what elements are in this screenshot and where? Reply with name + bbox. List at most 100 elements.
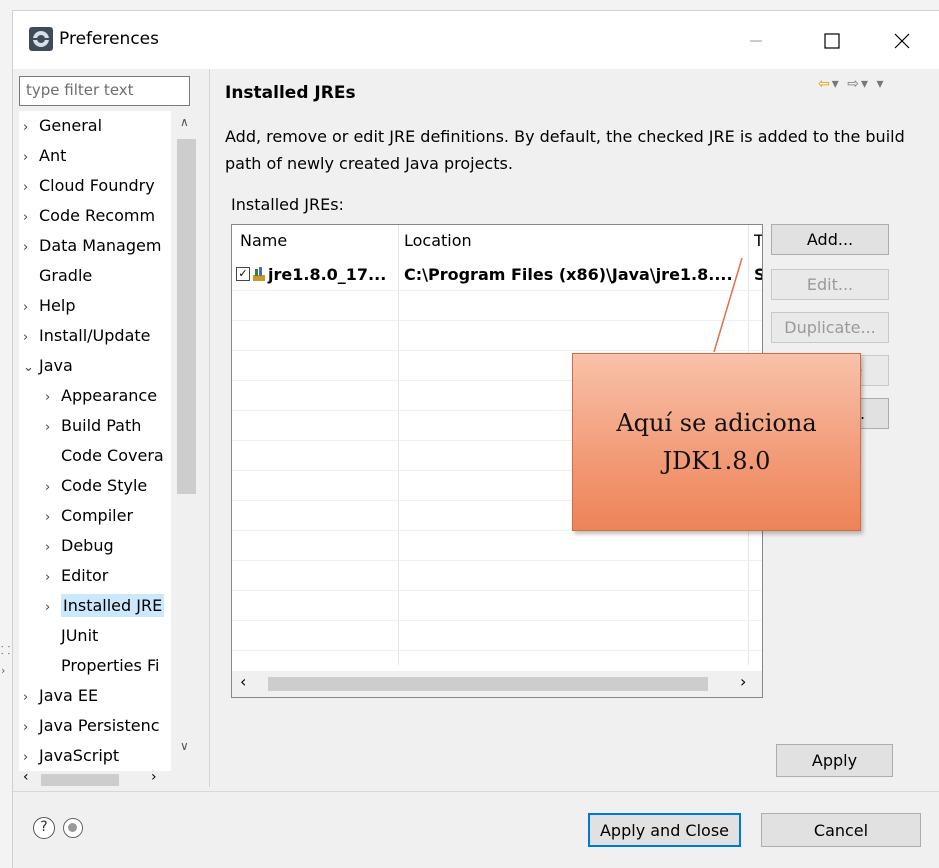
table-row-divider [232, 560, 762, 561]
expand-right-icon[interactable]: › [45, 413, 61, 441]
jre-default-checkbox[interactable]: ✓ [236, 267, 250, 281]
table-horizontal-scrollbar[interactable]: ‹ › [232, 671, 762, 697]
column-header-name[interactable]: Name [240, 231, 287, 250]
tree-item-label: Debug [61, 536, 114, 555]
tree-item[interactable]: Properties Fi [45, 651, 173, 681]
tree-item[interactable]: › Code Recomm [23, 201, 173, 231]
expand-right-icon[interactable]: › [45, 383, 61, 411]
column-header-location[interactable]: Location [404, 231, 472, 250]
tree-item-label: Java Persistenc [39, 716, 160, 735]
close-button[interactable] [879, 21, 925, 61]
tree-item[interactable]: › Code Style [45, 471, 173, 501]
tree-item[interactable]: › Data Managem [23, 231, 173, 261]
tree-item[interactable]: › Java EE [23, 681, 173, 711]
tree-item[interactable]: › Build Path [45, 411, 173, 441]
tree-item[interactable]: › Java Persistenc [23, 711, 173, 741]
apply-and-close-button[interactable]: Apply and Close [588, 813, 741, 847]
minimize-button[interactable] [733, 21, 779, 61]
expand-right-icon[interactable]: › [45, 533, 61, 561]
forward-menu-icon[interactable]: ▾ [861, 76, 870, 92]
expand-right-icon[interactable]: › [45, 503, 61, 531]
back-menu-icon[interactable]: ▾ [832, 76, 841, 92]
tree-item[interactable]: › Debug [45, 531, 173, 561]
annotation-line-2: JDK1.8.0 [662, 447, 771, 475]
tree-item-label: Installed JRE [61, 594, 165, 617]
expand-down-icon[interactable]: ⌄ [23, 353, 39, 381]
expand-right-icon[interactable]: › [23, 743, 39, 771]
table-scroll-thumb[interactable] [268, 677, 708, 691]
expand-right-icon[interactable]: › [23, 233, 39, 261]
expand-right-icon[interactable]: › [23, 203, 39, 231]
tree-item[interactable]: › Cloud Foundry [23, 171, 173, 201]
scroll-left-icon[interactable]: ‹ [240, 672, 246, 691]
scroll-up-icon[interactable]: ∧ [180, 115, 189, 129]
tree-item-label: Appearance [61, 386, 158, 405]
jre-location-cell: C:\Program Files (x86)\Java\jre1.8.... [404, 265, 733, 284]
tree-vertical-scrollbar[interactable]: ∧ ∨ [171, 111, 202, 771]
tree-hscroll-thumb[interactable] [41, 774, 119, 786]
tree-item[interactable]: › Install/Update [23, 321, 173, 351]
expand-right-icon[interactable]: › [23, 173, 39, 201]
tree-item[interactable]: JUnit [45, 621, 173, 651]
page-title: Installed JREs [225, 83, 356, 103]
scroll-down-icon[interactable]: ∨ [180, 739, 189, 753]
expand-right-icon[interactable]: › [45, 563, 61, 591]
tree-item-label: Cloud Foundry [39, 176, 155, 195]
expand-right-icon[interactable]: › [23, 323, 39, 351]
jre-library-icon [253, 267, 265, 281]
help-icon[interactable]: ? [33, 817, 55, 839]
view-menu-icon[interactable]: ▾ [876, 76, 885, 92]
tree-item[interactable]: › JavaScript [23, 741, 173, 771]
tree-item[interactable]: › Compiler [45, 501, 173, 531]
tree-item-label: Editor [61, 566, 109, 585]
tree-horizontal-scrollbar[interactable]: ‹ › [19, 769, 202, 786]
edit-button[interactable]: Edit... [771, 269, 889, 300]
maximize-button[interactable] [809, 21, 855, 61]
annotation-callout: Aquí se adiciona JDK1.8.0 [572, 353, 861, 531]
forward-arrow-icon[interactable]: ⇨ [847, 76, 861, 92]
expand-right-icon[interactable]: › [45, 593, 61, 621]
table-row[interactable]: ✓ jre1.8.0_17... C:\Program Files (x86)\… [232, 262, 762, 290]
duplicate-button[interactable]: Duplicate... [771, 312, 889, 343]
table-row-divider [232, 350, 762, 351]
expand-right-icon[interactable]: › [23, 113, 39, 141]
panel-divider[interactable] [209, 69, 210, 787]
tree-scroll-thumb[interactable] [177, 139, 196, 494]
background-glyphs: ⸬ › [1, 644, 11, 677]
background-strip-left [0, 0, 12, 868]
scroll-right-icon[interactable]: › [151, 769, 157, 785]
expand-right-icon[interactable]: › [45, 473, 61, 501]
background-strip-top [0, 0, 939, 10]
import-export-icon[interactable] [63, 818, 83, 838]
scroll-right-icon[interactable]: › [740, 672, 746, 691]
title-bar: Preferences [13, 11, 939, 69]
tree-item[interactable]: › Installed JRE [45, 591, 173, 621]
tree-item[interactable]: › General [23, 111, 173, 141]
back-arrow-icon[interactable]: ⇦ [818, 76, 832, 92]
column-header-type[interactable]: T [754, 231, 762, 250]
cancel-button[interactable]: Cancel [761, 813, 921, 847]
tree-item[interactable]: Code Covera [45, 441, 173, 471]
tree-item[interactable]: › Editor [45, 561, 173, 591]
annotation-line-1: Aquí se adiciona [616, 409, 817, 437]
add-button[interactable]: Add... [771, 224, 889, 255]
expand-right-icon[interactable]: › [23, 713, 39, 741]
tree-item[interactable]: Gradle [23, 261, 173, 291]
tree-item-label: JavaScript [39, 746, 120, 765]
filter-input[interactable]: type filter text [19, 76, 190, 106]
button-bar-separator [13, 791, 939, 792]
column-divider[interactable] [398, 225, 399, 665]
tree-item[interactable]: › Help [23, 291, 173, 321]
window-title: Preferences [59, 29, 159, 49]
tree-item[interactable]: › Ant [23, 141, 173, 171]
expand-right-icon[interactable]: › [23, 293, 39, 321]
close-icon [894, 33, 910, 49]
maximize-icon [824, 33, 840, 49]
tree-item-label: Properties Fi [61, 656, 160, 675]
scroll-left-icon[interactable]: ‹ [23, 769, 29, 785]
expand-right-icon[interactable]: › [23, 143, 39, 171]
tree-item[interactable]: › Appearance [45, 381, 173, 411]
expand-right-icon[interactable]: › [23, 683, 39, 711]
apply-button[interactable]: Apply [776, 744, 893, 777]
tree-item[interactable]: ⌄ Java [23, 351, 173, 381]
